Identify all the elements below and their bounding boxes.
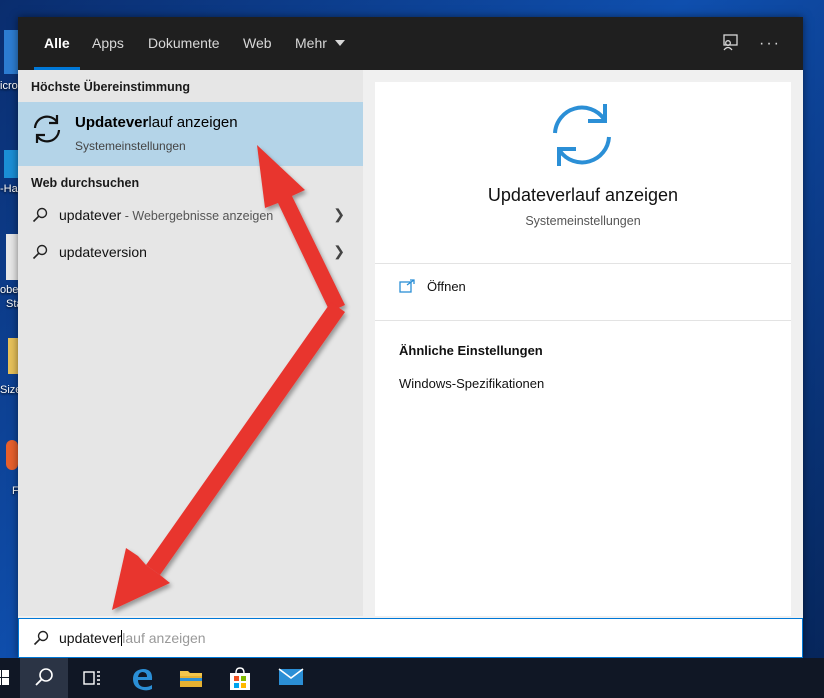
desktop-icon-label: icro	[0, 80, 18, 92]
similar-setting-link[interactable]: Windows-Spezifikationen	[399, 376, 544, 391]
tab-apps[interactable]: Apps	[92, 17, 124, 70]
desktop-icon[interactable]	[8, 338, 18, 374]
chevron-right-icon[interactable]: ❯	[333, 206, 345, 223]
web-result-text: updateversion	[59, 244, 147, 260]
web-result[interactable]: updateversion ❯	[18, 235, 363, 271]
best-match-result[interactable]: Updateverlauf anzeigen Systemeinstellung…	[18, 102, 363, 166]
open-label: Öffnen	[427, 279, 466, 294]
search-autocomplete: lauf anzeigen	[122, 630, 206, 646]
web-result[interactable]: updatever - Webergebnisse anzeigen ❯	[18, 198, 363, 234]
desktop-icon[interactable]	[6, 234, 18, 280]
store-icon	[230, 667, 250, 690]
taskbar-mail[interactable]	[265, 658, 313, 698]
mail-icon	[278, 668, 304, 685]
best-match-title: Updateverlauf anzeigen	[75, 114, 238, 131]
chevron-down-icon	[334, 40, 345, 46]
divider	[375, 263, 791, 264]
web-search-heading: Web durchsuchen	[31, 176, 140, 190]
tab-more[interactable]: Mehr	[295, 17, 345, 70]
windows-logo-icon	[0, 670, 9, 685]
search-tab-bar: Alle Apps Dokumente Web Mehr ···	[18, 17, 803, 70]
tab-documents[interactable]: Dokumente	[148, 17, 220, 70]
chevron-right-icon[interactable]: ❯	[333, 243, 345, 260]
search-panel: Alle Apps Dokumente Web Mehr ··· Höchste…	[18, 17, 803, 658]
open-icon	[399, 279, 415, 293]
search-icon	[35, 668, 53, 686]
similar-settings-heading: Ähnliche Einstellungen	[399, 343, 543, 358]
start-button[interactable]	[0, 658, 14, 698]
feedback-icon[interactable]	[719, 33, 741, 55]
sync-icon	[33, 115, 61, 143]
taskbar-file-explorer[interactable]	[166, 658, 214, 698]
desktop-icon[interactable]	[4, 30, 18, 74]
web-result-query: updateversion	[59, 244, 147, 260]
tab-more-label: Mehr	[295, 35, 327, 51]
desktop-icon-label: -Ha	[0, 183, 18, 195]
taskbar-edge[interactable]	[118, 658, 166, 698]
search-typed-text: updatever	[59, 630, 122, 646]
best-match-title-rest: lauf anzeigen	[148, 114, 238, 131]
desktop-icon[interactable]	[4, 150, 18, 178]
results-list: Höchste Übereinstimmung Updateverlauf an…	[18, 70, 363, 616]
taskbar-store[interactable]	[215, 658, 263, 698]
search-icon	[33, 630, 49, 646]
task-view-icon	[83, 671, 100, 685]
desktop-icon[interactable]	[6, 440, 18, 470]
preview-title: Updateverlauf anzeigen	[487, 185, 679, 205]
web-result-hint: - Webergebnisse anzeigen	[121, 209, 274, 223]
more-options-icon[interactable]: ···	[759, 33, 781, 55]
folder-icon	[180, 671, 202, 687]
search-icon	[32, 207, 48, 223]
task-view-button[interactable]	[68, 658, 116, 698]
preview-pane: Updateverlauf anzeigen Systemeinstellung…	[375, 82, 791, 616]
best-match-heading: Höchste Übereinstimmung	[31, 80, 191, 94]
search-box[interactable]: updateverlauf anzeigen	[18, 618, 803, 658]
tab-all[interactable]: Alle	[34, 17, 80, 70]
taskbar-search-button[interactable]	[20, 658, 68, 698]
tab-web[interactable]: Web	[243, 17, 272, 70]
divider	[375, 320, 791, 321]
web-result-text: updatever - Webergebnisse anzeigen	[59, 207, 273, 223]
desktop-icon-label: obe	[0, 284, 19, 296]
best-match-subtitle: Systemeinstellungen	[75, 139, 186, 153]
taskbar	[0, 658, 824, 698]
best-match-title-match: Updatever	[75, 114, 149, 131]
sync-icon	[553, 104, 611, 166]
preview-subtitle: Systemeinstellungen	[525, 214, 641, 228]
edge-browser-icon	[133, 669, 153, 691]
search-icon	[32, 244, 48, 260]
web-result-query: updatever	[59, 207, 122, 223]
search-input[interactable]: updateverlauf anzeigen	[59, 630, 206, 646]
